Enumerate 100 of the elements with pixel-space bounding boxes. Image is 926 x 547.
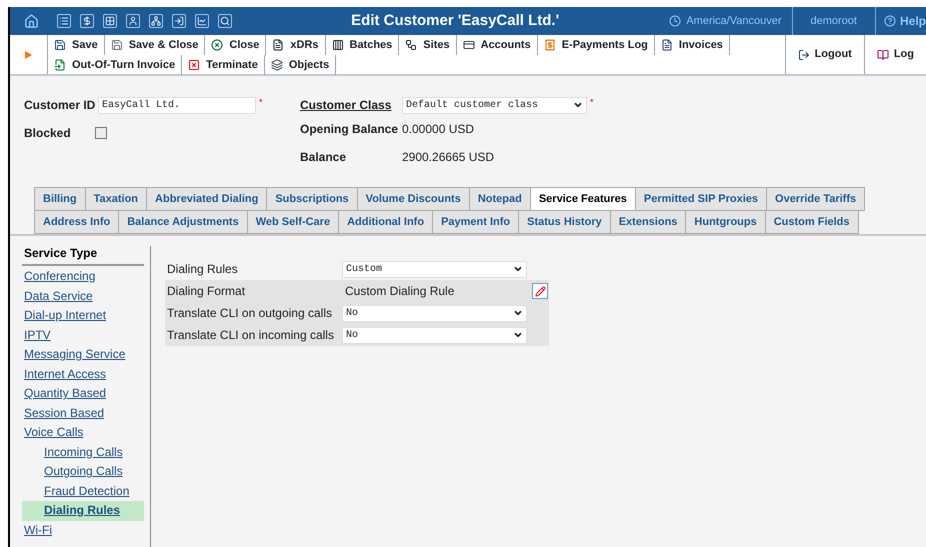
tab[interactable]: Address Info: [34, 210, 120, 234]
sidebar-link[interactable]: Conferencing: [24, 269, 96, 283]
required-mark: *: [259, 96, 263, 109]
sidebar-link[interactable]: Quantity Based: [24, 386, 106, 400]
dropdown-field[interactable]: No: [342, 304, 527, 322]
toolbar-button[interactable]: Save & Close: [104, 35, 206, 55]
document-icon: [272, 39, 284, 51]
document-arrow-icon: [54, 59, 66, 71]
hierarchy-icon: [405, 39, 418, 51]
expand-icon[interactable]: [25, 50, 32, 58]
field-label: Dialing Format: [167, 284, 246, 298]
customer-class-select[interactable]: Default customer class: [402, 96, 587, 114]
dropdown-field[interactable]: No: [342, 326, 527, 344]
field-label: Blocked: [24, 125, 72, 142]
logout-icon: [798, 48, 810, 60]
tab[interactable]: Status History: [518, 210, 611, 234]
help-link[interactable]: Help: [900, 12, 926, 30]
toolbar-button[interactable]: Save: [48, 35, 105, 55]
enter-icon[interactable]: [172, 14, 186, 28]
sidebar-link[interactable]: Internet Access: [24, 366, 106, 380]
list-icon[interactable]: [57, 14, 71, 28]
toolbar-button[interactable]: Logout: [784, 35, 864, 74]
sidebar-link[interactable]: Messaging Service: [24, 347, 126, 361]
tab[interactable]: Taxation: [84, 187, 148, 211]
columns-icon: [332, 39, 344, 51]
card-icon: [462, 39, 475, 51]
toolbar-button[interactable]: Sites: [399, 35, 457, 55]
search-icon[interactable]: [218, 14, 232, 28]
diagram-icon[interactable]: [149, 14, 163, 28]
tab[interactable]: Service Features: [530, 187, 636, 211]
sidebar-link[interactable]: Session Based: [24, 406, 104, 420]
home-icon[interactable]: [24, 14, 39, 28]
field-label: Customer ID: [24, 97, 96, 114]
dollar-icon[interactable]: [80, 14, 94, 28]
tab[interactable]: Balance Adjustments: [118, 210, 248, 234]
dropdown-icon: [513, 330, 523, 340]
toolbar-button[interactable]: Objects: [264, 55, 336, 75]
tab[interactable]: Notepad: [468, 187, 531, 211]
field-label: Balance: [300, 149, 348, 166]
toolbar-button[interactable]: Out-Of-Turn Invoice: [48, 55, 182, 75]
tab[interactable]: Web Self-Care: [246, 210, 340, 234]
toolbar-button[interactable]: Invoices: [654, 35, 730, 55]
dropdown-icon: [513, 264, 523, 274]
dropdown-icon: [573, 100, 583, 110]
field-value: 0.00000 USD: [402, 121, 474, 138]
field-value: 2900.26665 USD: [402, 149, 494, 166]
save-icon: [54, 39, 66, 51]
field-label: Opening Balance: [300, 121, 400, 138]
tab[interactable]: Payment Info: [432, 210, 520, 234]
tab[interactable]: Permitted SIP Proxies: [634, 187, 768, 211]
toolbar-button[interactable]: Batches: [326, 35, 400, 55]
edit-wand-icon[interactable]: [532, 283, 548, 299]
field-label: Dialing Rules: [167, 262, 239, 276]
sidebar-link[interactable]: IPTV: [24, 328, 51, 342]
tab[interactable]: Billing: [34, 187, 86, 211]
sidebar-heading: Service Type: [22, 246, 144, 266]
tab[interactable]: Huntgroups: [685, 210, 766, 234]
toolbar-button[interactable]: Terminate: [182, 55, 265, 75]
sidebar-link[interactable]: Dial-up Internet: [24, 308, 106, 322]
tab[interactable]: Subscriptions: [266, 187, 358, 211]
toolbar-button[interactable]: Close: [205, 35, 266, 55]
dropdown-field[interactable]: Custom: [342, 260, 527, 278]
chart-icon[interactable]: [195, 14, 209, 28]
sidebar-link[interactable]: Fraud Detection: [44, 484, 130, 498]
toolbar-button[interactable]: Accounts: [456, 35, 538, 55]
tab[interactable]: Custom Fields: [764, 210, 859, 234]
tab[interactable]: Additional Info: [338, 210, 434, 234]
close-icon: [211, 39, 224, 51]
document-icon: [660, 39, 673, 51]
customer-id-field[interactable]: EasyCall Ltd.: [98, 96, 256, 114]
tab[interactable]: Abbreviated Dialing: [146, 187, 268, 211]
toolbar-button[interactable]: Log: [864, 35, 926, 74]
timezone-link[interactable]: America/Vancouver: [686, 12, 782, 30]
field-label: Translate CLI on incoming calls: [167, 328, 335, 342]
blocked-checkbox[interactable]: [95, 127, 107, 139]
customer-class-link[interactable]: Customer Class: [300, 96, 402, 114]
page-title: Edit Customer 'EasyCall Ltd.': [350, 10, 560, 31]
tab[interactable]: Override Tariffs: [766, 187, 866, 211]
toolbar-button[interactable]: xDRs: [266, 35, 326, 55]
receipt-icon: [544, 39, 556, 51]
person-icon[interactable]: [126, 14, 140, 28]
close-icon: [188, 59, 200, 71]
sidebar-link[interactable]: Voice Calls: [24, 425, 84, 439]
sidebar-link[interactable]: Wi-Fi: [24, 522, 52, 536]
clock-icon: [669, 15, 682, 27]
field-value: Custom Dialing Rule: [344, 284, 456, 298]
sidebar-link[interactable]: Outgoing Calls: [44, 464, 123, 478]
tab[interactable]: Volume Discounts: [356, 187, 470, 211]
layers-icon: [270, 59, 283, 71]
log-icon: [876, 48, 889, 60]
sidebar-link[interactable]: Incoming Calls: [44, 444, 123, 458]
field-label: Translate CLI on outgoing calls: [167, 306, 333, 320]
dropdown-icon: [513, 308, 523, 318]
tab[interactable]: Extensions: [610, 210, 686, 234]
sidebar-link[interactable]: Data Service: [24, 288, 93, 302]
grid-icon[interactable]: [103, 14, 117, 28]
required-mark: *: [590, 96, 594, 109]
save-icon: [110, 39, 123, 51]
toolbar-button[interactable]: E-Payments Log: [538, 35, 655, 55]
user-link[interactable]: demoroot: [810, 12, 857, 30]
